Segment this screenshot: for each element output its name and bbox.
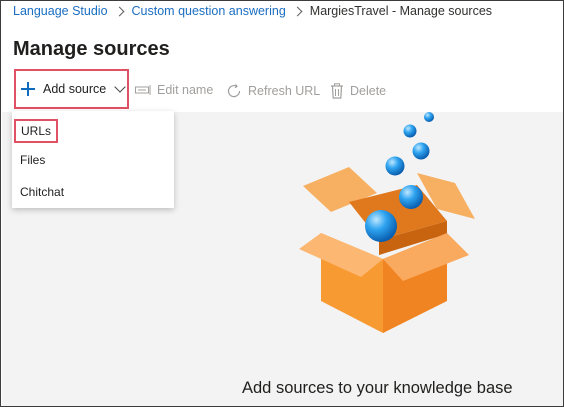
chevron-right-icon xyxy=(292,6,303,16)
breadcrumb-custom-question-answering[interactable]: Custom question answering xyxy=(132,4,286,18)
add-source-dropdown: URLs Files Chitchat xyxy=(12,111,174,208)
refresh-icon xyxy=(227,84,241,98)
chevron-down-icon xyxy=(114,81,126,93)
chevron-right-icon xyxy=(114,6,124,16)
refresh-url-label: Refresh URL xyxy=(248,84,321,98)
app-window: Language Studio Custom question answerin… xyxy=(0,0,564,407)
refresh-url-button[interactable]: Refresh URL xyxy=(226,83,320,99)
edit-name-icon xyxy=(135,85,151,95)
page-title: Manage sources xyxy=(13,38,170,60)
breadcrumb-language-studio[interactable]: Language Studio xyxy=(13,4,108,18)
add-source-label: Add source xyxy=(43,82,107,96)
trash-icon xyxy=(331,83,343,99)
add-source-button[interactable]: Add source xyxy=(14,69,129,109)
breadcrumb: Language Studio Custom question answerin… xyxy=(13,4,492,18)
open-box-icon xyxy=(299,112,475,333)
edit-name-button[interactable]: Edit name xyxy=(135,83,213,97)
menu-item-urls[interactable]: URLs xyxy=(14,119,59,143)
delete-label: Delete xyxy=(350,84,387,98)
menu-item-files[interactable]: Files xyxy=(20,153,45,167)
empty-state-message: Add sources to your knowledge base xyxy=(242,379,513,397)
menu-item-chitchat[interactable]: Chitchat xyxy=(20,185,64,199)
breadcrumb-current-page: MargiesTravel - Manage sources xyxy=(309,4,493,18)
edit-name-label: Edit name xyxy=(157,83,214,97)
plus-icon xyxy=(21,82,35,96)
delete-button[interactable]: Delete xyxy=(330,83,386,99)
